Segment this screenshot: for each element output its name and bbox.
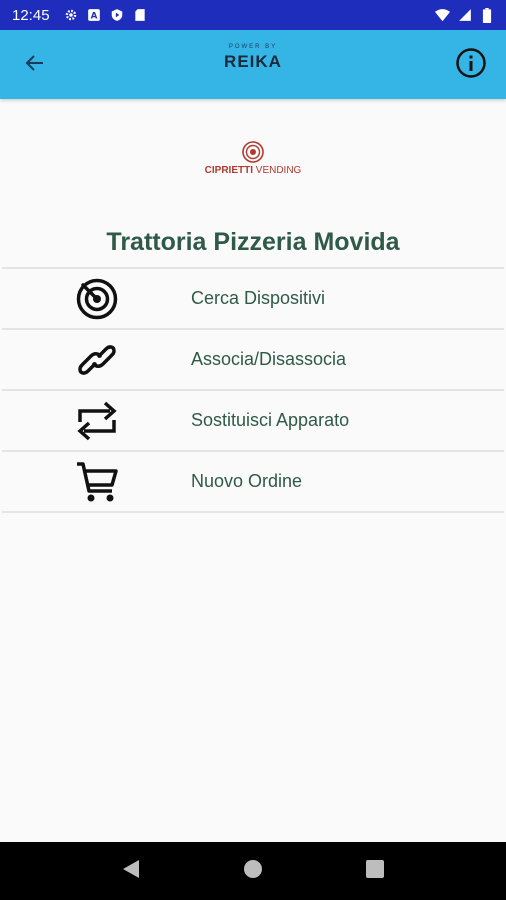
system-nav-bar (0, 842, 506, 900)
reika-logo: POWER BY REIKA (203, 44, 303, 84)
app-bar: POWER BY REIKA (0, 30, 506, 99)
menu-item-cerca-dispositivi[interactable]: Cerca Dispositivi (2, 269, 504, 328)
gear-icon (64, 8, 79, 23)
cell-signal-icon (457, 8, 472, 23)
menu-item-sostituisci-apparato[interactable]: Sostituisci Apparato (2, 391, 504, 450)
link-icon (74, 337, 120, 383)
arrow-back-icon (23, 51, 47, 80)
svg-text:A: A (91, 12, 98, 22)
menu-item-label: Sostituisci Apparato (191, 410, 350, 430)
logo-power-by: POWER BY (228, 44, 278, 50)
info-button[interactable] (454, 47, 488, 84)
nav-home-button[interactable] (235, 853, 271, 889)
nav-back-button[interactable] (113, 853, 149, 889)
divider (2, 511, 504, 513)
nav-recents-button[interactable] (357, 853, 393, 889)
company-name-bold: CIPRIETTI (204, 165, 253, 176)
info-icon (455, 47, 487, 84)
menu-item-label: Nuovo Ordine (191, 471, 303, 491)
play-shield-icon (110, 8, 125, 23)
logo-brand: REIKA (224, 52, 282, 71)
swap-arrows-icon (74, 398, 120, 444)
sd-card-icon (133, 8, 148, 23)
status-system-icons (435, 7, 494, 23)
radar-icon (74, 276, 120, 322)
status-notification-icons: A (64, 8, 148, 23)
menu-item-associa-disassocia[interactable]: Associa/Disassocia (2, 330, 504, 389)
page-title: Trattoria Pizzeria Movida (106, 228, 400, 256)
menu-item-label: Cerca Dispositivi (191, 288, 326, 308)
status-bar: 12:45 A (0, 0, 506, 30)
a-badge-icon: A (87, 8, 102, 23)
company-name-rest: VENDING (253, 165, 302, 176)
battery-icon (479, 7, 494, 23)
recents-square-icon (365, 859, 385, 884)
back-button[interactable] (20, 50, 50, 80)
home-circle-icon (242, 858, 264, 885)
company-logo-mark (242, 141, 264, 163)
cart-icon (74, 459, 120, 505)
back-triangle-icon (121, 858, 141, 885)
status-time: 12:45 (12, 6, 50, 24)
menu-item-nuovo-ordine[interactable]: Nuovo Ordine (2, 452, 504, 511)
menu-item-label: Associa/Disassocia (191, 349, 347, 369)
company-name: CIPRIETTI VENDING (190, 165, 316, 176)
wifi-icon (435, 8, 450, 23)
company-logo: CIPRIETTI VENDING (190, 140, 316, 184)
action-menu: Cerca Dispositivi Associa/Disassocia Sos… (2, 267, 504, 513)
